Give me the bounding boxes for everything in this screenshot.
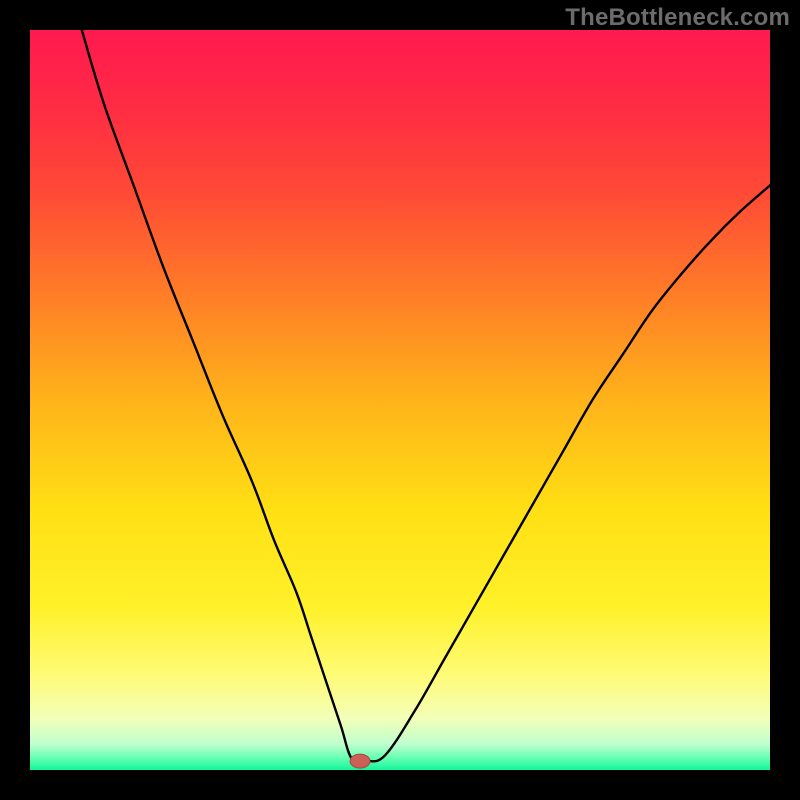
plot-area — [30, 30, 770, 770]
optimal-point-marker — [350, 754, 370, 768]
bottleneck-chart — [30, 30, 770, 770]
gradient-background — [30, 30, 770, 770]
watermark-text: TheBottleneck.com — [565, 4, 790, 32]
chart-stage: TheBottleneck.com — [0, 0, 800, 800]
